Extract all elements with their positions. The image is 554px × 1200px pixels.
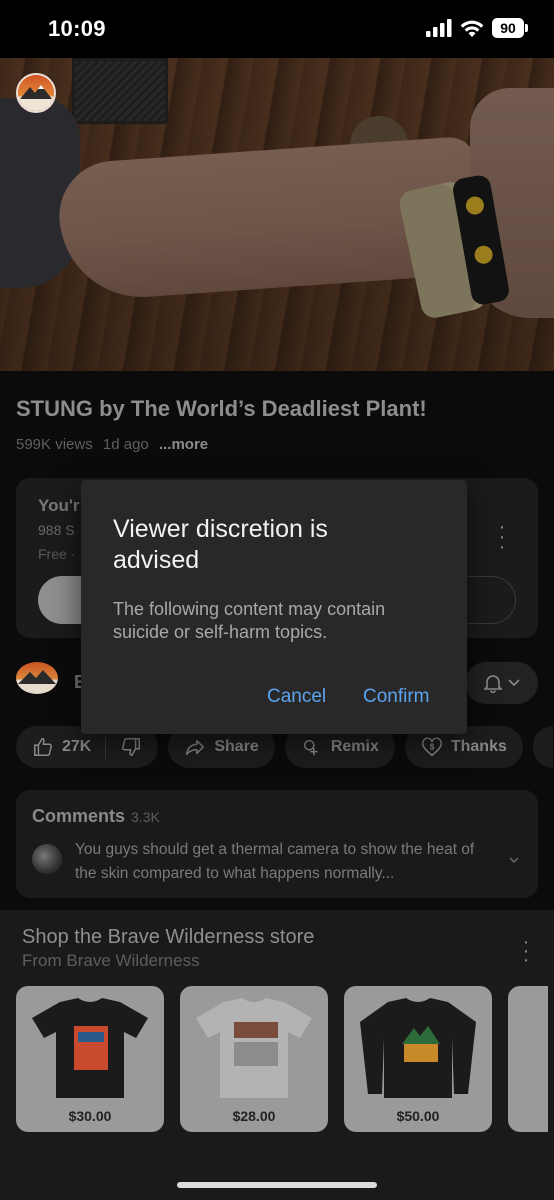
- product-card[interactable]: [508, 986, 548, 1132]
- product-card[interactable]: $30.00: [16, 986, 164, 1132]
- dialog-title: Viewer discretion is advised: [113, 515, 328, 574]
- more-actions-chip[interactable]: [532, 726, 553, 768]
- remix-icon: [303, 739, 318, 756]
- video-player[interactable]: [0, 58, 554, 371]
- viewer-discretion-dialog: Viewer discretion is advised The followi…: [81, 480, 467, 734]
- tshirt-image: [196, 998, 312, 1098]
- product-card[interactable]: $50.00: [344, 986, 492, 1132]
- top-comment-text: You guys should get a thermal camera to …: [75, 841, 475, 882]
- comments-heading: Comments 3.3K: [32, 806, 160, 826]
- status-icons: 90: [426, 18, 528, 38]
- battery-icon: 90: [492, 18, 528, 38]
- upload-age: 1d ago: [102, 436, 149, 453]
- commenter-avatar: [32, 844, 62, 874]
- product-list: $30.00 $28.00 $50.00: [16, 986, 548, 1132]
- shop-shelf: Shop the Brave Wilderness store From Bra…: [0, 910, 554, 1200]
- bell-icon: [483, 675, 502, 693]
- status-time: 10:09: [48, 16, 106, 41]
- product-card[interactable]: $28.00: [180, 986, 328, 1132]
- share-icon: [186, 739, 205, 756]
- thumbs-down-icon[interactable]: [120, 736, 142, 758]
- view-count: 599K views: [16, 436, 93, 453]
- confirm-button[interactable]: Confirm: [363, 686, 430, 708]
- shop-subheading: From Brave Wilderness: [22, 951, 200, 970]
- like-count: 27K: [62, 738, 92, 755]
- wifi-icon: [460, 20, 484, 37]
- more-options-icon[interactable]: · · ·: [496, 517, 508, 557]
- comments-panel[interactable]: Comments 3.3K You guys should get a therm…: [16, 790, 538, 898]
- thanks-label: Thanks: [450, 738, 507, 755]
- product-price: $30.00: [68, 1108, 112, 1124]
- thumbs-up-icon[interactable]: [32, 736, 54, 758]
- comments-count: 3.3K: [131, 809, 160, 825]
- share-label: Share: [214, 738, 259, 755]
- context-card-line: 988 S: [38, 522, 75, 538]
- chevron-down-icon: [507, 679, 520, 687]
- video-meta: 599K views 1d ago ...more: [16, 436, 208, 453]
- product-price: $28.00: [232, 1108, 276, 1124]
- sweatshirt-image: [360, 998, 476, 1098]
- svg-text:$: $: [430, 742, 435, 751]
- cellular-signal-icon: [426, 19, 452, 37]
- product-price: $50.00: [396, 1108, 440, 1124]
- shop-more-options-icon[interactable]: · · ·: [520, 932, 532, 970]
- cancel-button[interactable]: Cancel: [267, 686, 326, 708]
- tshirt-image: [32, 998, 148, 1098]
- context-card-title: You'r: [38, 496, 80, 515]
- battery-level: 90: [492, 18, 524, 38]
- remix-label: Remix: [330, 738, 379, 755]
- shop-heading: Shop the Brave Wilderness store: [22, 926, 315, 948]
- video-title[interactable]: STUNG by The World’s Deadliest Plant!: [16, 396, 427, 422]
- dialog-body: The following content may contain suicid…: [113, 599, 386, 642]
- channel-avatar[interactable]: [16, 662, 58, 694]
- channel-watermark-logo[interactable]: [16, 73, 56, 113]
- more-link[interactable]: ...more: [159, 436, 208, 453]
- home-indicator: [177, 1182, 377, 1188]
- notification-bell-button[interactable]: [465, 662, 538, 704]
- status-bar: 10:09 90: [0, 0, 554, 58]
- heart-dollar-icon: $: [421, 737, 442, 757]
- context-card-meta: Free ·: [38, 546, 76, 562]
- chevron-down-icon[interactable]: [508, 854, 520, 866]
